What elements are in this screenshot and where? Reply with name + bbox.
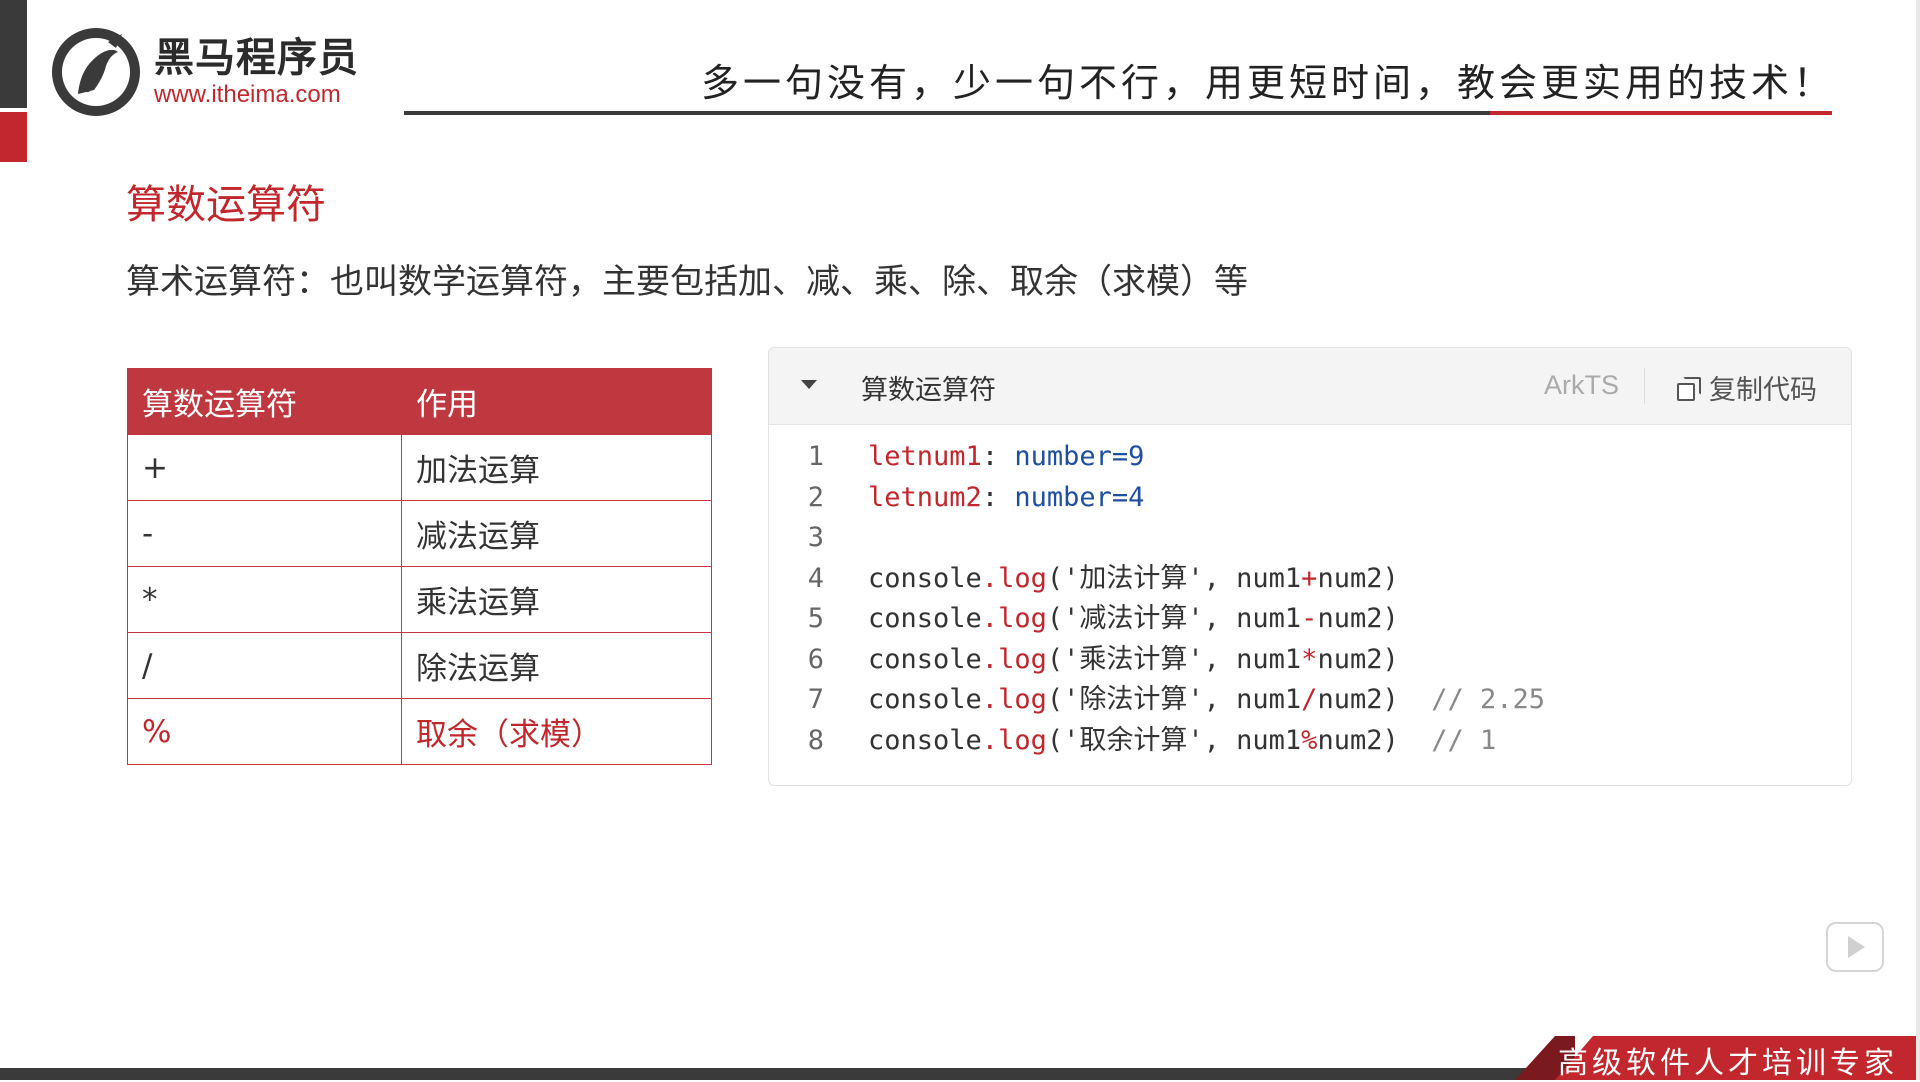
code-line: 4 console. log('加法计算', num1 + num2) (769, 559, 1851, 600)
table-row: / 除法运算 (127, 632, 712, 699)
purpose-cell: 取余（求模） (401, 698, 712, 765)
collapse-caret-icon[interactable] (801, 380, 817, 389)
brand-url: www.itheima.com (154, 81, 341, 108)
string-literal: '乘法计算' (1063, 643, 1204, 675)
line-number: 4 (807, 562, 824, 594)
table-row: + 加法运算 (127, 434, 712, 501)
code-line: 7 console. log('除法计算', num1 / num2) // 2.2… (769, 680, 1851, 721)
operator: % (1301, 724, 1318, 756)
identifier: console (868, 724, 982, 756)
identifier: console (868, 562, 982, 594)
identifier: console (868, 643, 982, 675)
operator-table: 算数运算符 作用 + 加法运算 - 减法运算 * 乘法运算 / 除法运算 % 取… (127, 368, 712, 765)
left-accent-bar-red (0, 112, 27, 162)
line-number: 7 (807, 684, 824, 715)
code-comment: // 1 (1431, 724, 1497, 756)
method-name: log (998, 643, 1047, 675)
operator-cell: / (127, 632, 402, 699)
operator: + (1301, 562, 1318, 594)
method-name: log (998, 724, 1047, 756)
purpose-cell: 减法运算 (401, 500, 712, 567)
line-number: 3 (807, 522, 824, 553)
identifier: console (868, 684, 982, 715)
type-name: number (1014, 441, 1112, 472)
identifier: num1 (1236, 603, 1302, 634)
code-line: 3 (769, 518, 1851, 559)
identifier: num1 (1236, 562, 1302, 594)
operator-cell: % (127, 698, 402, 765)
table-row: - 减法运算 (127, 500, 712, 567)
header-separator (1644, 368, 1645, 404)
operator-cell: * (127, 566, 402, 633)
number-literal: 9 (1128, 441, 1145, 472)
line-number: 1 (807, 441, 824, 472)
code-line: 2 let num2: number = 4 (769, 478, 1851, 519)
string-literal: '加法计算' (1063, 562, 1204, 594)
play-button[interactable] (1826, 922, 1884, 972)
header-divider-accent (1490, 111, 1832, 115)
code-block-title: 算数运算符 (861, 375, 996, 406)
code-line: 6 console. log('乘法计算', num1 * num2) (769, 640, 1851, 681)
copy-code-button[interactable]: 复制代码 (1677, 368, 1817, 407)
table-header-operator: 算数运算符 (127, 368, 402, 435)
footer-tagline: 高级软件人才培训专家 (1558, 1046, 1898, 1081)
method-name: log (998, 562, 1047, 594)
identifier: num2 (1317, 603, 1383, 634)
operator-cell: + (127, 434, 402, 501)
line-number: 8 (807, 724, 824, 756)
code-block: 算数运算符 ArkTS 复制代码 1 let num1: number = 9 2… (768, 347, 1852, 786)
line-number: 6 (807, 643, 824, 675)
string-literal: '除法计算' (1063, 684, 1204, 715)
code-language-label: ArkTS (1543, 370, 1619, 400)
line-number: 2 (807, 481, 824, 513)
table-row: * 乘法运算 (127, 566, 712, 633)
section-description: 算术运算符：也叫数学运算符，主要包括加、减、乘、除、取余（求模）等 (126, 262, 1248, 302)
operator-cell: - (127, 500, 402, 567)
section-title: 算数运算符 (126, 182, 326, 228)
string-literal: '取余计算' (1063, 724, 1204, 756)
code-block-header: 算数运算符 ArkTS 复制代码 (769, 348, 1851, 425)
operator: - (1301, 603, 1318, 634)
table-header-purpose: 作用 (401, 368, 712, 435)
operator: / (1301, 684, 1318, 715)
operator: * (1301, 643, 1318, 675)
purpose-cell: 乘法运算 (401, 566, 712, 633)
right-edge (1916, 0, 1920, 1080)
type-name: number (1014, 481, 1112, 513)
horse-logo-icon (52, 28, 140, 116)
copy-code-label: 复制代码 (1709, 375, 1817, 406)
table-row-highlighted: % 取余（求模） (127, 698, 712, 765)
purpose-cell: 加法运算 (401, 434, 712, 501)
left-accent-bar-dark (0, 0, 27, 108)
brand-name: 黑马程序员 (154, 35, 359, 81)
code-line: 1 let num1: number = 9 (769, 437, 1851, 478)
identifier: num2 (1317, 562, 1383, 594)
identifier: num1 (1236, 643, 1302, 675)
method-name: log (998, 603, 1047, 634)
brand-logo: 黑马程序员 www.itheima.com (48, 24, 359, 120)
identifier: console (868, 603, 982, 634)
identifier: num1 (1236, 684, 1302, 715)
identifier: num2 (1317, 643, 1383, 675)
code-line: 5 console. log('减法计算', num1 - num2) (769, 599, 1851, 640)
code-line: 8 console. log('取余计算', num1 % num2) // 1 (769, 721, 1851, 762)
keyword: let (868, 481, 917, 513)
identifier: num1 (916, 441, 982, 472)
purpose-cell: 除法运算 (401, 632, 712, 699)
method-name: log (998, 684, 1047, 715)
identifier: num2 (1317, 724, 1383, 756)
code-comment: // 2.25 (1431, 684, 1546, 715)
code-body: 1 let num1: number = 9 2 let num2: number … (769, 425, 1851, 761)
identifier: num2 (1317, 684, 1383, 715)
identifier: num2 (916, 481, 982, 513)
keyword: let (868, 441, 917, 472)
string-literal: '减法计算' (1063, 603, 1204, 634)
identifier: num1 (1236, 724, 1302, 756)
line-number: 5 (807, 603, 824, 634)
slogan: 多一句没有，少一句不行，用更短时间，教会更实用的技术！ (700, 61, 1835, 105)
table-header-row: 算数运算符 作用 (127, 368, 712, 435)
copy-icon (1677, 376, 1701, 401)
number-literal: 4 (1128, 481, 1145, 513)
